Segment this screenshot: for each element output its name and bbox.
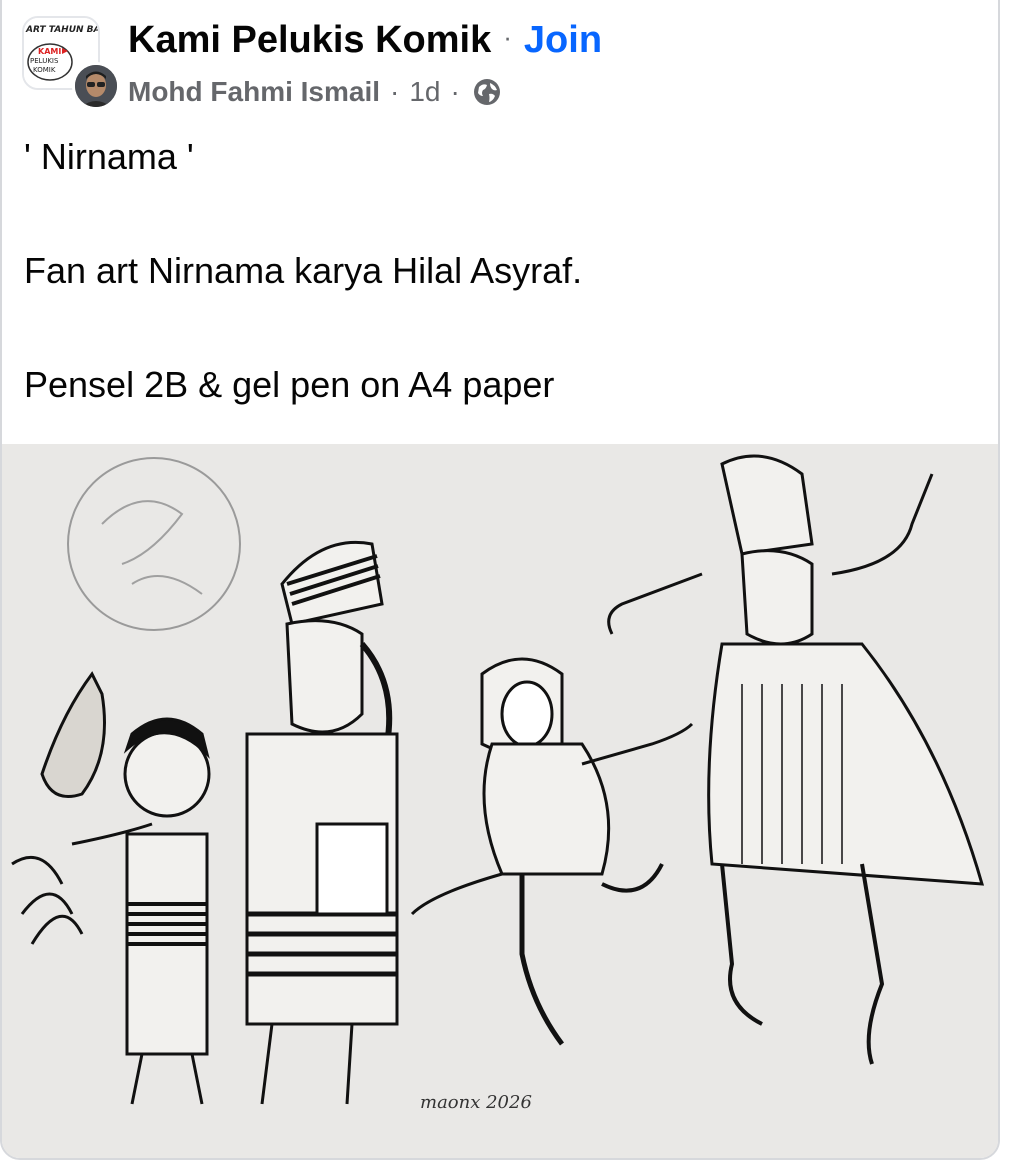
group-logo-text-top: ART TAHUN BA [25,25,100,35]
post-header: ART TAHUN BA KAMI PELUKIS KOMIK Kami Pel… [22,16,602,111]
header-titles: Kami Pelukis Komik · Join Mohd Fahmi Ism… [128,16,602,111]
post-body: ' Nirnama ' Fan art Nirnama karya Hilal … [24,137,984,479]
group-logo-line2: PELUKIS [30,57,59,65]
artwork-signature: maonx 2026 [420,1092,532,1113]
group-logo-brand: KAMI [38,47,61,56]
post-photo[interactable]: maonx 2026 [2,444,998,1158]
join-button[interactable]: Join [524,16,602,64]
post-text-line: Fan art Nirnama karya Hilal Asyraf. [24,250,583,291]
post-text-line: Pensel 2B & gel pen on A4 paper [24,364,555,405]
globe-icon[interactable] [472,77,502,107]
title-row: Kami Pelukis Komik · Join [128,16,602,67]
group-name[interactable]: Kami Pelukis Komik [128,16,491,64]
post-time[interactable]: 1d [409,73,440,111]
meta-separator: · [390,76,400,107]
group-logo-line3: KOMIK [33,66,56,74]
meta-row: Mohd Fahmi Ismail · 1d · [128,73,602,111]
artwork-illustration [2,444,998,1158]
author-photo [75,65,117,107]
author-avatar[interactable] [72,62,120,110]
meta-separator: · [450,76,460,107]
post-text-title: ' Nirnama ' [24,136,194,177]
title-separator: · [503,22,512,52]
post-card: ART TAHUN BA KAMI PELUKIS KOMIK Kami Pel… [0,0,1000,1160]
author-name[interactable]: Mohd Fahmi Ismail [128,73,380,111]
avatar-stack[interactable]: ART TAHUN BA KAMI PELUKIS KOMIK [22,16,120,110]
